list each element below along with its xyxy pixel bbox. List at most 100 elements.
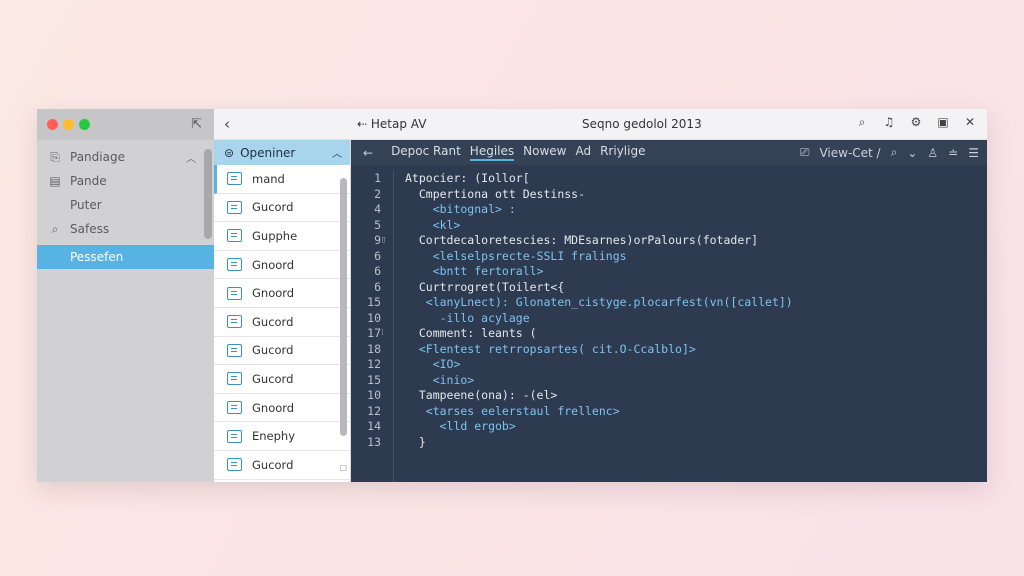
panel-icon[interactable]: ▣ [936, 115, 950, 130]
file-list-item[interactable]: Gnoord [214, 279, 350, 308]
file-list-item[interactable]: Enephy [214, 422, 350, 451]
editor-tab[interactable]: Rriylige [600, 144, 645, 161]
sidebar-item-pessefen[interactable]: Pessefen [37, 245, 214, 269]
file-list-title: Openiner [240, 145, 296, 160]
file-name: Gucord [252, 371, 294, 386]
file-list-item[interactable]: Gucord [214, 365, 350, 394]
code-line[interactable]: Atpocier: (Iollor[ [405, 171, 987, 187]
code-line[interactable]: <lanyLnect): Glonaten_cistyge.plocarfest… [405, 295, 987, 311]
sidebar-item-pande[interactable]: ▤ Pande [37, 169, 214, 193]
line-number: 12 [367, 403, 381, 418]
code-line[interactable]: <kl> [405, 218, 987, 234]
code-line[interactable]: <lld ergob> [405, 419, 987, 435]
fold-icon[interactable]: ⁝ [381, 326, 391, 342]
search-icon: ⌕ [51, 221, 59, 236]
code-line[interactable]: <tarses eelerstaul frellenc> [405, 404, 987, 420]
line-number: 17 [367, 326, 381, 340]
title-bar: ⇱ [37, 109, 214, 140]
code-line[interactable]: <bntt fertorall> [405, 264, 987, 280]
tab-label: Hetap AV [370, 117, 427, 131]
file-name: Gucord [252, 314, 294, 329]
maximize-dot[interactable] [79, 119, 90, 130]
file-list-item[interactable]: Gnoord [214, 251, 350, 280]
file-list-item[interactable]: Gnoord [214, 394, 350, 423]
share-icon[interactable]: ⇱ [191, 117, 202, 132]
file-name: Gnoord [252, 286, 295, 301]
resize-handle-icon[interactable]: ▢ [339, 463, 347, 472]
line-number: 14 [367, 419, 381, 433]
editor-tab[interactable]: Depoc Rant [391, 144, 461, 161]
editor-tab[interactable]: Ad [575, 144, 591, 161]
editor-tab[interactable]: Nowew [523, 144, 566, 161]
chevron-up-icon[interactable]: ︿ [332, 145, 342, 160]
close-dot[interactable] [47, 119, 58, 130]
code-line[interactable]: Cmpertiona ott Destinss- [405, 187, 987, 203]
search-icon[interactable]: ⌕ [855, 115, 869, 130]
toolbar-icons: ⌕ ♫ ⚙ ▣ ✕ [855, 115, 977, 130]
editor-toolbar: ← Depoc Rant Hegiles Nowew Ad Rriylige ⎚ Vie… [351, 140, 987, 165]
file-icon [227, 200, 242, 214]
code-area[interactable]: 1 2 4 5 9 6 6 6 15 10 17 18 12 15 10 12 14 13 ▯ ⁝ Atpocie… [351, 165, 987, 482]
code-line[interactable]: <IO> [405, 357, 987, 373]
file-list-item[interactable]: Gucord [214, 337, 350, 366]
file-list-item[interactable]: Gupphe [214, 222, 350, 251]
sidebar-item-label: Pessefen [70, 250, 124, 264]
view-icon[interactable]: ⎚ [800, 145, 810, 160]
file-icon [227, 372, 242, 386]
back-icon[interactable]: ← [363, 146, 373, 160]
stack-icon[interactable]: ≐ [948, 146, 958, 160]
view-label[interactable]: View-Cet / [819, 146, 880, 160]
code-line[interactable]: Comment: leants ( [405, 326, 987, 342]
back-icon[interactable]: ‹ [224, 115, 230, 133]
line-number: 15 [367, 372, 381, 387]
file-list-header[interactable]: ⊜ Openiner ︿ [214, 140, 350, 165]
search-icon[interactable]: ⌕ [891, 145, 898, 160]
code-line[interactable]: Cortdecaloretescies: MDEsarnes)orPalours… [405, 233, 987, 249]
bookmark-icon[interactable]: ▯ [381, 233, 391, 249]
menu-icon[interactable]: ☰ [968, 146, 979, 160]
main-area: ‹ ⇠ Hetap AV Seqno gedolol 2013 ⌕ ♫ ⚙ ▣ … [214, 109, 987, 482]
code-line[interactable]: Tampeene(ona): -(el> [405, 388, 987, 404]
minimize-dot[interactable] [63, 119, 74, 130]
file-icon [227, 258, 242, 272]
code-line[interactable]: Curtrrogret(Toilert<{ [405, 280, 987, 296]
file-list-item[interactable]: Gucord [214, 194, 350, 223]
line-number: 6 [374, 279, 381, 294]
bell-icon[interactable]: ♫ [882, 115, 896, 130]
code-line[interactable]: <lelselpsrecte-SSLI fralings [405, 249, 987, 265]
code-line[interactable]: <bitognal> : [405, 202, 987, 218]
file-icon [227, 315, 242, 329]
sidebar-item-label: Puter [70, 198, 102, 212]
code-editor: ← Depoc Rant Hegiles Nowew Ad Rriylige ⎚ Vie… [351, 140, 987, 482]
line-number-gutter: 1 2 4 5 9 6 6 6 15 10 17 18 12 15 10 12 14 13 [351, 171, 381, 482]
sidebar-item-pandiage[interactable]: ⎘ Pandiage ︿ [37, 145, 214, 169]
line-number: 15 [367, 295, 381, 309]
code-line[interactable]: <inio> [405, 373, 987, 389]
chevron-up-icon[interactable]: ︿ [186, 150, 196, 165]
tab-hetap[interactable]: ⇠ Hetap AV [357, 117, 426, 131]
file-list-item[interactable]: Gucord [214, 451, 350, 480]
file-list-item[interactable]: Gucord [214, 308, 350, 337]
code-line[interactable]: -illo acylage [405, 311, 987, 327]
close-icon[interactable]: ✕ [963, 115, 977, 130]
file-name: Gucord [252, 343, 294, 358]
sidebar-scrollbar[interactable] [204, 149, 212, 239]
file-icon [227, 343, 242, 357]
sidebar-item-puter[interactable]: Puter [37, 193, 214, 217]
window-title: Seqno gedolol 2013 [582, 117, 702, 131]
settings-icon[interactable]: ⚙ [909, 115, 923, 130]
file-list-scrollbar[interactable] [340, 178, 347, 436]
file-name: Enephy [252, 429, 296, 444]
sidebar-item-safess[interactable]: ⌕ Safess [37, 217, 214, 241]
code-lines[interactable]: Atpocier: (Iollor[ Cmpertiona ott Destin… [393, 171, 987, 482]
code-line[interactable]: } [405, 435, 987, 451]
chevron-down-icon[interactable]: ⌄ [907, 146, 917, 160]
line-number: 18 [367, 341, 381, 356]
code-line[interactable]: <Flentest retrropsartes( cit.O-Ccalblo]> [405, 342, 987, 358]
editor-tab[interactable]: Hegiles [469, 144, 515, 161]
file-list-item[interactable]: mand [214, 165, 350, 194]
line-number: 10 [367, 310, 381, 325]
line-number: 5 [374, 217, 381, 232]
user-icon[interactable]: ♙ [927, 146, 938, 160]
line-number: 13 [367, 434, 381, 449]
